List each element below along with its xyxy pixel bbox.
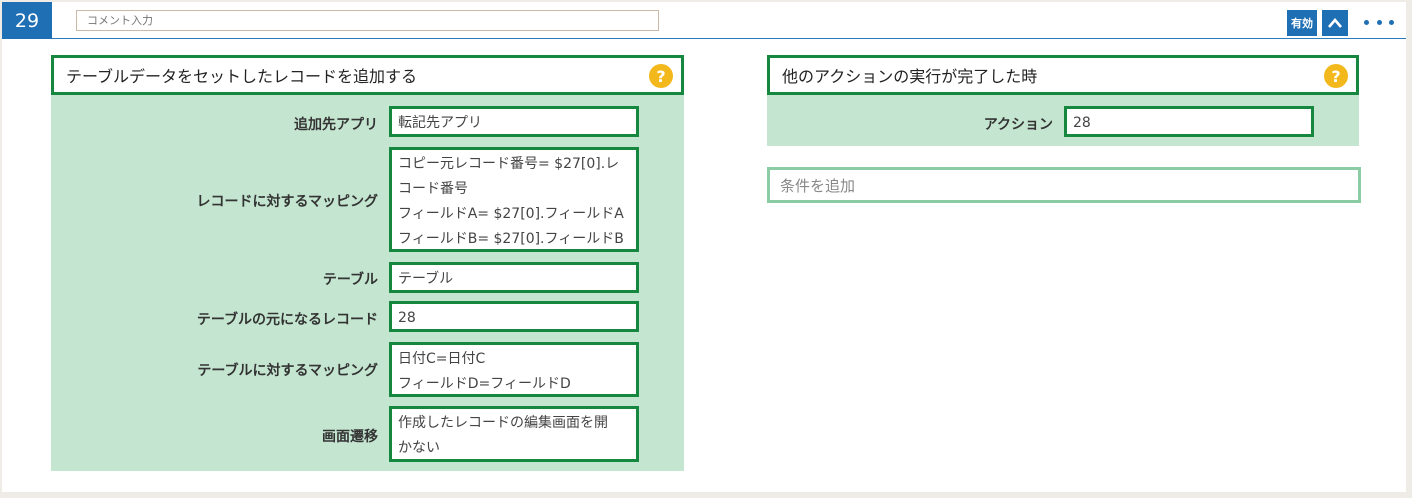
trigger-title: 他のアクションの実行が完了した時 ? [767, 55, 1359, 95]
field-value-line: フィールドD=フィールドD [398, 376, 571, 392]
table-source-record-field[interactable]: 28 [389, 301, 639, 332]
field-label-table-source-record: テーブルの元になるレコード [196, 312, 378, 328]
field-value-line: かない [398, 440, 440, 456]
field-value-line: 日付C=日付C [398, 351, 486, 367]
field-value-line: 28 [398, 310, 416, 326]
more-dots-icon [1389, 19, 1394, 25]
comment-input[interactable] [76, 10, 659, 31]
more-options-button[interactable] [1364, 12, 1394, 32]
collapse-button[interactable] [1322, 10, 1348, 36]
more-dots-icon [1364, 19, 1369, 25]
field-label-action: アクション [983, 117, 1053, 133]
field-value-line: フィールドA= $27[0].フィールドA [398, 206, 624, 222]
field-label-screen-transition: 画面遷移 [322, 429, 378, 445]
more-dots-icon [1376, 19, 1382, 25]
field-value-line: 28 [1073, 115, 1091, 131]
trigger-title-text: 他のアクションの実行が完了した時 [782, 67, 1038, 86]
rule-header: 29 有効 [2, 2, 1406, 39]
field-value-line: 作成したレコードの編集画面を開 [398, 415, 608, 431]
field-value-line: コピー元レコード番号= $27[0].レ [398, 156, 620, 172]
trigger-panel: 他のアクションの実行が完了した時 ? アクション 28 [767, 55, 1359, 146]
field-value-line: 転記先アプリ [398, 115, 482, 131]
record-mapping-field[interactable]: コピー元レコード番号= $27[0].レ コード番号 フィールドA= $27[0… [389, 147, 639, 252]
screen-transition-field[interactable]: 作成したレコードの編集画面を開 かない [389, 406, 639, 462]
add-condition-button[interactable]: 条件を追加 [767, 167, 1361, 203]
field-label-table: テーブル [322, 272, 378, 288]
field-label-record-mapping: レコードに対するマッピング [196, 194, 378, 210]
action-title-text: テーブルデータをセットしたレコードを追加する [66, 67, 418, 86]
field-label-table-mapping: テーブルに対するマッピング [197, 363, 378, 379]
table-field[interactable]: テーブル [389, 262, 639, 293]
chevron-up-icon [1328, 18, 1342, 28]
enabled-toggle-button[interactable]: 有効 [1287, 10, 1317, 36]
field-value-line: コード番号 [398, 181, 468, 197]
action-title: テーブルデータをセットしたレコードを追加する ? [51, 55, 684, 95]
field-value-line: テーブル [398, 271, 454, 287]
field-label-target-app: 追加先アプリ [294, 117, 378, 133]
rule-number: 29 [2, 2, 52, 39]
action-panel: テーブルデータをセットしたレコードを追加する ? 追加先アプリ 転記先アプリ レ… [51, 55, 684, 471]
help-icon[interactable]: ? [649, 64, 673, 88]
target-app-field[interactable]: 転記先アプリ [389, 106, 639, 137]
action-field[interactable]: 28 [1064, 106, 1314, 137]
help-icon[interactable]: ? [1324, 64, 1348, 88]
table-mapping-field[interactable]: 日付C=日付C フィールドD=フィールドD [389, 342, 639, 397]
field-value-line: フィールドB= $27[0].フィールドB [398, 231, 624, 247]
